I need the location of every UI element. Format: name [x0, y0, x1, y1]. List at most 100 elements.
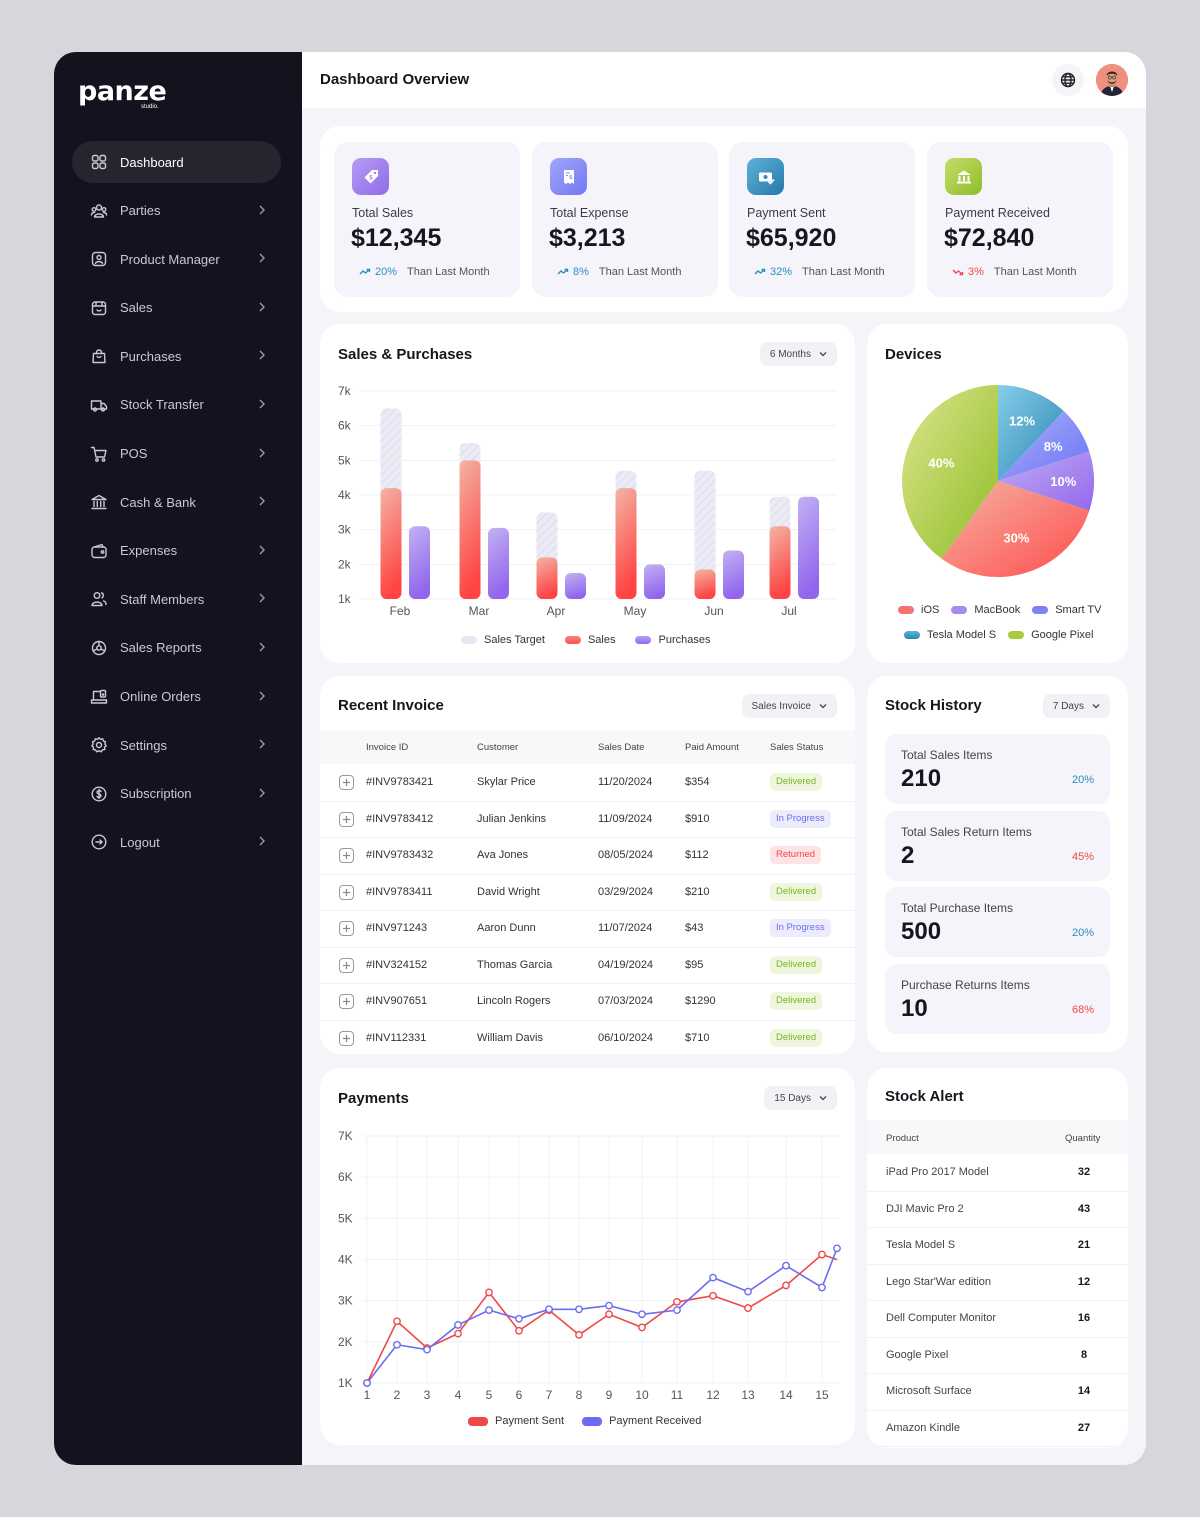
sidebar-item-subscription[interactable]: Subscription — [72, 773, 281, 815]
invoice-row[interactable]: #INV9783412 Julian Jenkins 11/09/2024 $9… — [320, 802, 855, 838]
data-point[interactable] — [833, 1244, 841, 1253]
invoice-row[interactable]: #INV9783411 David Wright 03/29/2024 $210… — [320, 875, 855, 911]
bar-purchases[interactable] — [488, 527, 509, 599]
col-paid-amount[interactable]: Paid Amount — [685, 742, 739, 753]
stat-card-total-expense[interactable]: $ Total Expense $3,213 8% Than Last Mont… — [532, 142, 718, 297]
data-point[interactable] — [393, 1340, 401, 1349]
invoice-row[interactable]: #INV971243 Aaron Dunn 11/07/2024 $43 In … — [320, 911, 855, 948]
stock-history-item[interactable]: Total Sales Return Items 2 45% — [885, 810, 1110, 881]
bar-sales[interactable] — [380, 488, 402, 599]
data-point[interactable] — [709, 1273, 717, 1282]
stock-alert-row[interactable]: iPad Pro 2017 Model 32 — [867, 1155, 1128, 1192]
data-point[interactable] — [515, 1326, 523, 1335]
stock-alert-row[interactable]: Tesla Model S 21 — [867, 1228, 1128, 1265]
data-point[interactable] — [818, 1250, 826, 1259]
data-point[interactable] — [709, 1291, 717, 1300]
data-point[interactable] — [515, 1314, 523, 1323]
data-point[interactable] — [782, 1281, 790, 1290]
bar-sales[interactable] — [459, 460, 481, 599]
legend-google-pixel[interactable]: Google Pixel — [1008, 629, 1093, 641]
sidebar-item-parties[interactable]: Parties — [72, 190, 281, 232]
data-point[interactable] — [782, 1261, 790, 1270]
stock-period-dropdown[interactable]: 7 Days — [1042, 694, 1110, 718]
bar-sales[interactable] — [615, 488, 637, 599]
legend-sales-target[interactable]: Sales Target — [461, 634, 545, 646]
sidebar-item-staff-members[interactable]: Staff Members — [72, 578, 281, 620]
bar-purchases[interactable] — [798, 496, 819, 599]
col-sales-status[interactable]: Sales Status — [770, 742, 823, 753]
stock-alert-row[interactable]: DJI Mavic Pro 2 43 — [867, 1192, 1128, 1228]
stock-alert-row[interactable]: Microsoft Surface 14 — [867, 1374, 1128, 1411]
col-quantity[interactable]: Quantity — [1065, 1133, 1100, 1144]
sidebar-item-settings[interactable]: Settings — [72, 724, 281, 766]
data-point[interactable] — [605, 1310, 613, 1319]
sidebar-item-expenses[interactable]: Expenses — [72, 530, 281, 572]
stock-alert-row[interactable]: Lego Star'War edition 12 — [867, 1265, 1128, 1301]
invoice-row[interactable]: #INV9783421 Skylar Price 11/20/2024 $354… — [320, 765, 855, 802]
bar-purchases[interactable] — [723, 550, 744, 599]
legend-sales[interactable]: Sales — [564, 634, 615, 646]
data-point[interactable] — [393, 1317, 401, 1326]
data-point[interactable] — [605, 1301, 613, 1310]
sidebar-item-purchases[interactable]: Purchases — [72, 335, 281, 377]
payments-period-dropdown[interactable]: 15 Days — [764, 1086, 837, 1110]
sidebar-item-logout[interactable]: Logout — [72, 821, 281, 863]
sidebar-item-online-orders[interactable]: Online Orders — [72, 676, 281, 718]
legend-tesla[interactable]: Tesla Model S — [904, 629, 996, 641]
sidebar-item-stock-transfer[interactable]: Stock Transfer — [72, 384, 281, 426]
brand-logo[interactable]: panze studio. — [78, 76, 167, 110]
bar-sales[interactable] — [769, 526, 791, 599]
sidebar-item-pos[interactable]: POS — [72, 433, 281, 475]
sidebar-item-cash-bank[interactable]: Cash & Bank — [72, 481, 281, 523]
invoice-row[interactable]: #INV112331 William Davis 06/10/2024 $710… — [320, 1021, 855, 1055]
col-sales-date[interactable]: Sales Date — [598, 742, 644, 753]
expand-row-button[interactable] — [339, 811, 354, 827]
language-button[interactable] — [1052, 64, 1084, 96]
expand-row-button[interactable] — [339, 884, 354, 900]
expand-row-button[interactable] — [339, 957, 354, 973]
data-point[interactable] — [744, 1304, 752, 1312]
col-invoice-id[interactable]: Invoice ID — [366, 742, 408, 753]
legend-payment-sent[interactable]: Payment Sent — [468, 1415, 564, 1427]
bar-purchases[interactable] — [409, 526, 430, 599]
stock-history-item[interactable]: Purchase Returns Items 10 68% — [885, 964, 1110, 1035]
data-point[interactable] — [454, 1329, 462, 1338]
col-customer[interactable]: Customer — [477, 742, 518, 753]
data-point[interactable] — [575, 1330, 583, 1339]
data-point[interactable] — [638, 1323, 646, 1332]
bar-purchases[interactable] — [644, 564, 665, 599]
data-point[interactable] — [673, 1306, 681, 1315]
col-product[interactable]: Product — [886, 1133, 919, 1144]
data-point[interactable] — [818, 1283, 826, 1292]
user-avatar[interactable] — [1096, 64, 1128, 96]
sidebar-item-sales-reports[interactable]: Sales Reports — [72, 627, 281, 669]
data-point[interactable] — [673, 1298, 681, 1306]
data-point[interactable] — [454, 1321, 462, 1329]
sidebar-item-sales[interactable]: Sales — [72, 287, 281, 329]
stock-alert-row[interactable]: Google Pixel 8 — [867, 1338, 1128, 1374]
legend-ios[interactable]: iOS — [898, 604, 939, 616]
legend-macbook[interactable]: MacBook — [951, 604, 1020, 616]
legend-smart-tv[interactable]: Smart TV — [1032, 604, 1101, 616]
stat-card-total-sales[interactable]: $ Total Sales $12,345 20% Than Last Mont… — [334, 142, 520, 297]
data-point[interactable] — [485, 1288, 493, 1297]
bar-sales[interactable] — [694, 569, 716, 599]
bar-purchases[interactable] — [565, 573, 586, 599]
bar-sales[interactable] — [536, 557, 558, 599]
data-point[interactable] — [363, 1379, 371, 1387]
data-point[interactable] — [744, 1287, 752, 1296]
data-point[interactable] — [545, 1305, 553, 1314]
expand-row-button[interactable] — [339, 921, 354, 936]
stock-alert-row[interactable]: Dell Computer Monitor 16 — [867, 1301, 1128, 1338]
invoice-type-dropdown[interactable]: Sales Invoice — [741, 694, 837, 718]
expand-row-button[interactable] — [339, 994, 354, 1009]
data-point[interactable] — [575, 1305, 583, 1314]
stock-history-item[interactable]: Total Purchase Items 500 20% — [885, 887, 1110, 958]
expand-row-button[interactable] — [339, 1030, 354, 1046]
stock-alert-row[interactable]: Amazon Kindle 27 — [867, 1411, 1128, 1447]
invoice-row[interactable]: #INV324152 Thomas Garcia 04/19/2024 $95 … — [320, 948, 855, 984]
legend-payment-received[interactable]: Payment Received — [582, 1415, 701, 1427]
data-point[interactable] — [423, 1345, 431, 1354]
stock-history-item[interactable]: Total Sales Items 210 20% — [885, 734, 1110, 804]
data-point[interactable] — [485, 1306, 493, 1315]
